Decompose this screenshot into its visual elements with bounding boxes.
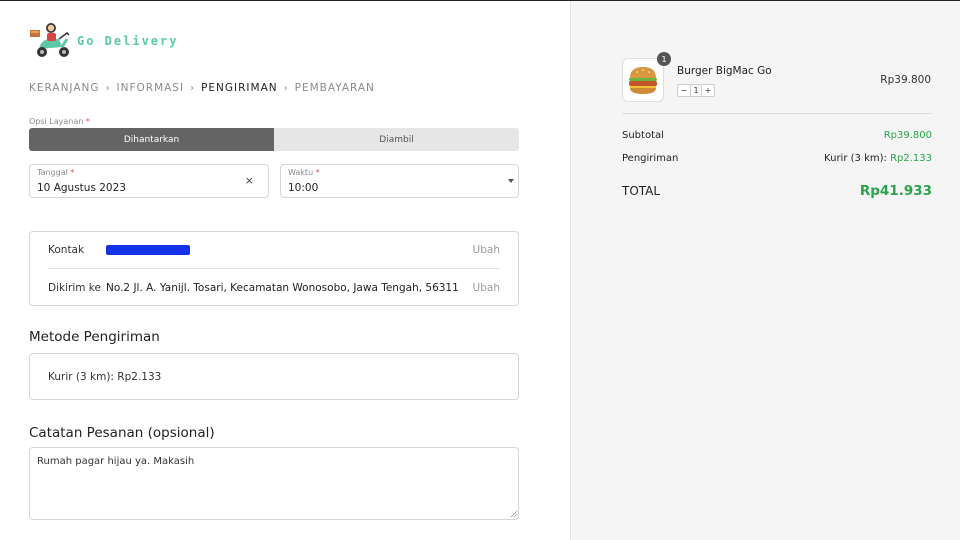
resize-grip-icon[interactable]	[510, 510, 518, 518]
brand-logo[interactable]: Go Delivery	[29, 21, 178, 61]
breadcrumb-pengiriman: PENGIRIMAN	[201, 82, 278, 94]
burger-icon	[629, 67, 657, 94]
breadcrumb-keranjang[interactable]: KERANJANG	[29, 82, 100, 94]
address-value: No.2 Jl. A. Yanijl. Tosari, Kecamatan Wo…	[106, 281, 459, 294]
breadcrumb-informasi[interactable]: INFORMASI	[117, 82, 185, 94]
order-summary-panel: 1 Burger BigMac Go − 1 + Rp39.800 Subtot…	[570, 1, 960, 540]
product-price: Rp39.800	[880, 74, 931, 86]
decrease-quantity-button[interactable]: −	[678, 85, 690, 96]
time-value: 10:00	[288, 182, 319, 194]
chevron-right-icon: ›	[105, 82, 111, 94]
chevron-right-icon: ›	[190, 82, 196, 94]
product-name: Burger BigMac Go	[677, 65, 772, 77]
change-contact-link[interactable]: Ubah	[473, 244, 500, 256]
total-label: TOTAL	[622, 184, 661, 198]
contact-info-box: Kontak Ubah Dikirim ke No.2 Jl. A. Yanij…	[29, 231, 519, 306]
scooter-delivery-icon	[30, 23, 70, 57]
chevron-right-icon: ›	[283, 82, 289, 94]
contact-label: Kontak	[48, 244, 85, 256]
option-pickup-button[interactable]: Diambil	[274, 128, 519, 151]
brand-name: Go Delivery	[77, 34, 179, 48]
shipping-cost: Rp2.133	[890, 153, 932, 164]
total-value: Rp41.933	[859, 183, 932, 199]
shipping-row: Pengiriman Kurir (3 km): Rp2.133	[622, 153, 932, 164]
order-notes-textarea[interactable]: Rumah pagar hijau ya. Makasih	[29, 447, 519, 520]
chevron-down-icon	[508, 179, 514, 183]
shipping-method-text: Kurir (3 km):	[824, 153, 891, 164]
total-row: TOTAL Rp41.933	[622, 183, 932, 199]
checkout-form-panel: Go Delivery KERANJANG › INFORMASI › PENG…	[0, 1, 570, 540]
service-option-label: Opsi Layanan *	[29, 117, 90, 126]
quantity-stepper: − 1 +	[677, 84, 715, 97]
shipping-method-option[interactable]: Kurir (3 km): Rp2.133	[29, 353, 519, 400]
date-field[interactable]: Tanggal * 10 Agustus 2023 ×	[29, 164, 269, 198]
subtotal-row: Subtotal Rp39.800	[622, 130, 932, 141]
redacted-contact	[106, 245, 190, 255]
shipping-label: Pengiriman	[622, 153, 679, 164]
time-select[interactable]: Waktu * 10:00	[280, 164, 519, 198]
shipping-method-title: Metode Pengiriman	[29, 329, 160, 345]
clear-icon[interactable]: ×	[245, 174, 254, 187]
increase-quantity-button[interactable]: +	[702, 85, 714, 96]
service-option-toggle: Dihantarkan Diambil	[29, 128, 519, 151]
product-image	[622, 58, 664, 102]
time-label: Waktu	[288, 168, 314, 177]
address-label: Dikirim ke	[48, 281, 101, 294]
summary-divider	[622, 113, 932, 114]
date-label: Tanggal	[37, 168, 68, 177]
quantity-value[interactable]: 1	[690, 85, 702, 96]
change-address-link[interactable]: Ubah	[473, 282, 500, 294]
breadcrumb-pembayaran: PEMBAYARAN	[294, 82, 375, 94]
address-row: Dikirim ke No.2 Jl. A. Yanijl. Tosari, K…	[48, 269, 500, 306]
breadcrumb: KERANJANG › INFORMASI › PENGIRIMAN › PEM…	[29, 82, 375, 94]
subtotal-value: Rp39.800	[883, 130, 932, 141]
item-count-badge: 1	[657, 52, 671, 66]
date-value: 10 Agustus 2023	[37, 182, 126, 194]
order-notes-title: Catatan Pesanan (opsional)	[29, 425, 215, 441]
subtotal-label: Subtotal	[622, 130, 664, 141]
option-delivered-button[interactable]: Dihantarkan	[29, 128, 274, 151]
contact-row: Kontak Ubah	[48, 232, 500, 269]
